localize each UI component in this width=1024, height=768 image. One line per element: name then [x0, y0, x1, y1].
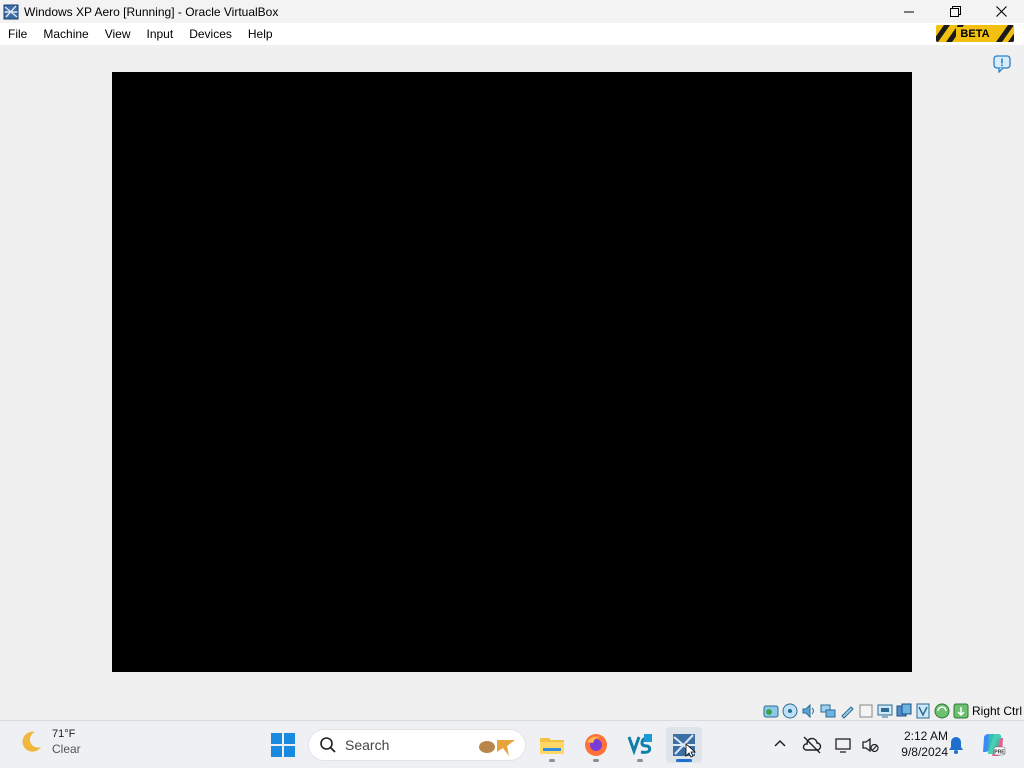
taskbar-firefox[interactable] — [578, 727, 614, 763]
weather-temperature: 71°F — [52, 728, 76, 740]
network-icon[interactable] — [820, 703, 836, 719]
active-indicator — [676, 759, 692, 762]
host-key-label[interactable]: Right Ctrl — [972, 704, 1022, 718]
vm-workspace — [0, 45, 1024, 701]
search-placeholder: Search — [345, 737, 390, 753]
restore-button[interactable] — [932, 0, 978, 23]
search-highlight-icon — [479, 740, 515, 756]
vm-status-bar: Right Ctrl — [0, 701, 1024, 720]
usb-icon[interactable] — [839, 703, 855, 719]
audio-icon[interactable] — [801, 703, 817, 719]
window-title: Windows XP Aero [Running] - Oracle Virtu… — [24, 4, 279, 19]
menu-machine[interactable]: Machine — [35, 23, 96, 45]
visual-studio-icon — [627, 734, 652, 756]
menu-view[interactable]: View — [97, 23, 139, 45]
running-indicator — [593, 759, 599, 762]
weather-widget[interactable]: 71°F Clear — [18, 727, 81, 757]
close-icon — [995, 6, 1007, 17]
minimize-icon — [904, 11, 914, 12]
running-indicator — [549, 759, 555, 762]
optical-drive-icon[interactable] — [782, 703, 798, 719]
hard-disk-icon[interactable] — [763, 703, 779, 719]
taskbar-search[interactable]: Search — [308, 729, 526, 761]
mouse-integration-icon[interactable] — [934, 703, 950, 719]
weather-condition: Clear — [52, 742, 81, 756]
taskbar: 71°F Clear Search 2:12 AM 9/8/2024 PRE — [0, 720, 1024, 768]
chevron-up-icon[interactable] — [772, 736, 788, 752]
clock-time: 2:12 AM — [903, 729, 948, 743]
firefox-icon — [585, 734, 607, 756]
menu-input[interactable]: Input — [139, 23, 182, 45]
system-clock[interactable]: 2:12 AM 9/8/2024 — [888, 728, 948, 760]
guest-additions-icon[interactable] — [915, 703, 931, 719]
keyboard-icon[interactable] — [953, 703, 969, 719]
close-button[interactable] — [978, 0, 1024, 23]
notification-center-icon[interactable] — [993, 55, 1011, 73]
onedrive-offline-icon[interactable] — [802, 735, 822, 755]
volume-muted-icon[interactable] — [860, 735, 880, 755]
menu-devices[interactable]: Devices — [181, 23, 240, 45]
display-icon[interactable] — [877, 703, 893, 719]
start-button[interactable] — [268, 730, 298, 760]
file-explorer-icon — [540, 738, 564, 754]
menu-help[interactable]: Help — [240, 23, 281, 45]
menu-bar: File Machine View Input Devices Help — [0, 23, 1024, 45]
virtualbox-icon — [3, 4, 19, 19]
vm-display[interactable] — [112, 72, 912, 672]
beta-badge: BETA — [936, 25, 1014, 42]
windows-logo-icon — [271, 733, 295, 757]
display-network-icon[interactable] — [834, 735, 854, 755]
beta-label: BETA — [960, 27, 990, 40]
running-indicator — [637, 759, 643, 762]
copilot-icon[interactable]: PRE — [980, 732, 1006, 758]
virtualbox-icon — [673, 734, 697, 758]
notification-bell-icon[interactable] — [946, 735, 966, 755]
restore-icon — [949, 6, 961, 17]
clock-date: 9/8/2024 — [901, 745, 948, 759]
menu-file[interactable]: File — [0, 23, 35, 45]
video-capture-icon[interactable] — [896, 703, 912, 719]
moon-icon — [22, 731, 41, 752]
minimize-button[interactable] — [886, 0, 932, 23]
search-icon — [320, 737, 336, 753]
svg-text:PRE: PRE — [994, 750, 1005, 756]
shared-folders-icon[interactable] — [858, 703, 874, 719]
taskbar-virtualbox[interactable] — [666, 727, 702, 763]
taskbar-file-explorer[interactable] — [534, 727, 570, 763]
taskbar-visual-studio[interactable] — [622, 727, 658, 763]
title-bar[interactable]: Windows XP Aero [Running] - Oracle Virtu… — [0, 0, 1024, 23]
